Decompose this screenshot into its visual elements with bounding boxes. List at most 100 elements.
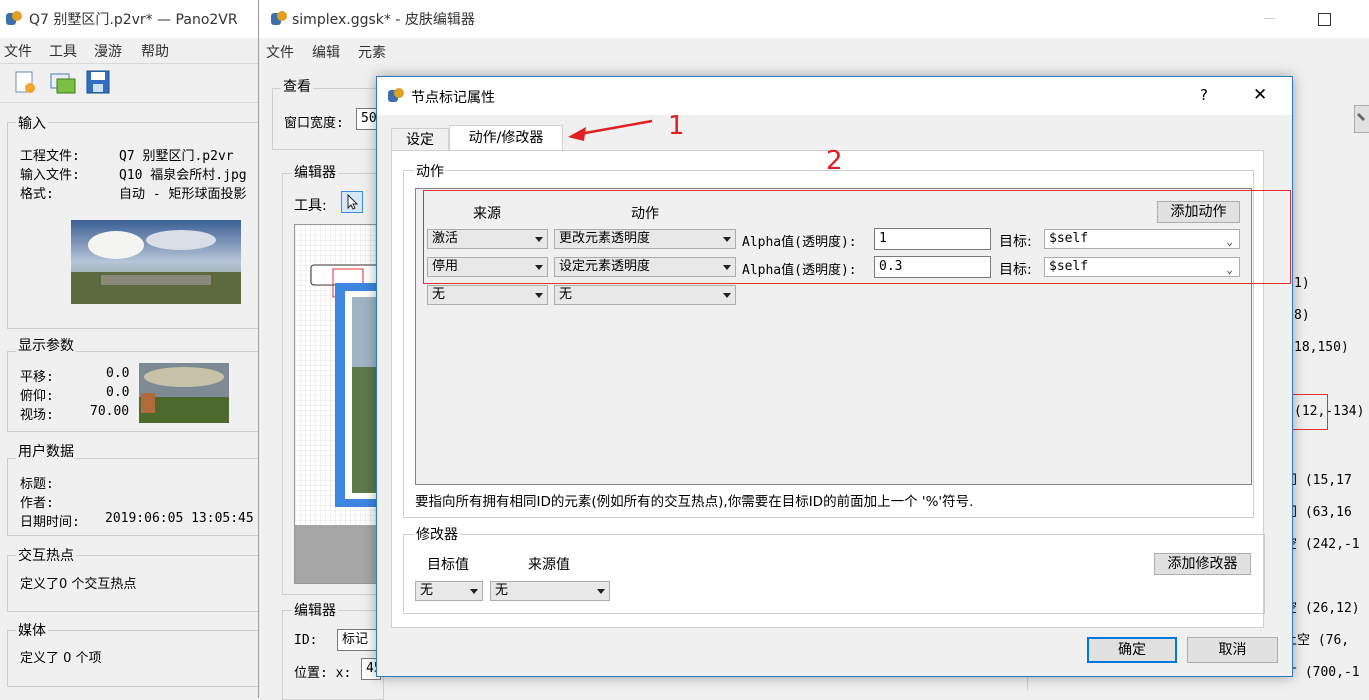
chevron-down-icon <box>723 293 731 298</box>
menu-element[interactable]: 元素 <box>358 42 386 62</box>
hotspot-count-text: 定义了0 个交互热点 <box>20 577 137 592</box>
tools-label: 工具: <box>294 198 327 214</box>
hotspot-group-title: 交互热点 <box>16 545 76 565</box>
modifier-source-value: 无 <box>495 583 509 598</box>
ok-button[interactable]: 确定 <box>1087 637 1177 663</box>
dialog-app-icon <box>388 88 404 104</box>
editor-group-title: 编辑器 <box>292 162 338 182</box>
id-label: ID: <box>294 633 318 648</box>
wrench-icon[interactable] <box>1354 105 1369 133</box>
chevron-down-icon <box>535 293 543 298</box>
annotation-arrow-icon <box>568 119 653 141</box>
left-window-title: Q7 别墅区门.p2vr* — Pano2VR <box>29 12 238 28</box>
chevron-down-icon <box>470 589 478 594</box>
tree-item-highlight <box>1291 394 1328 430</box>
format-label: 格式: <box>20 187 54 202</box>
modifiers-group <box>403 534 1265 614</box>
dialog-title: 节点标记属性 <box>411 90 495 106</box>
position-label: 位置: x: <box>294 666 352 681</box>
tilt-value: 0.0 <box>106 385 130 400</box>
tree-item[interactable]: 空 (26,12) <box>1284 597 1360 616</box>
panorama-thumbnail <box>71 220 241 304</box>
view-group-title: 查看 <box>281 76 313 96</box>
pan-value: 0.0 <box>106 366 130 381</box>
modifier-source-select[interactable]: 无 <box>490 581 610 601</box>
tilt-label: 俯仰: <box>20 389 54 404</box>
action-select-value: 无 <box>559 287 573 302</box>
menu-tour[interactable]: 漫游 <box>94 41 122 61</box>
left-titlebar: Q7 别墅区门.p2vr* — Pano2VR <box>0 0 258 38</box>
action-select[interactable]: 无 <box>554 285 736 305</box>
source-select[interactable]: 无 <box>427 285 548 305</box>
menu-file[interactable]: 文件 <box>266 42 294 62</box>
chevron-down-icon <box>597 589 605 594</box>
pano2vr-window: Q7 别墅区门.p2vr* — Pano2VR 文件 工具 漫游 帮助 输入 工… <box>0 0 261 698</box>
display-group-title: 显示参数 <box>16 335 76 355</box>
tree-item[interactable]: 门 (15,17 <box>1284 469 1352 488</box>
source-select-value: 无 <box>432 287 446 302</box>
target-value-header: 目标值 <box>427 557 469 573</box>
user-data-group-title: 用户数据 <box>16 441 76 461</box>
skin-canvas[interactable] <box>294 224 384 584</box>
modifier-target-select[interactable]: 无 <box>415 581 483 601</box>
save-icon[interactable] <box>86 69 112 95</box>
fov-label: 视场: <box>20 408 54 423</box>
format-value: 自动 - 矩形球面投影 <box>119 187 247 202</box>
tree-item[interactable]: 18,150) <box>1294 340 1349 355</box>
left-toolbar <box>0 63 258 103</box>
menu-file[interactable]: 文件 <box>4 41 32 61</box>
input-group-title: 输入 <box>16 113 48 133</box>
media-group-title: 媒体 <box>16 620 48 640</box>
skin-editor-titlebar: simplex.ggsk* - 皮肤编辑器 <box>259 0 1369 38</box>
dialog-titlebar: 节点标记属性 ? ✕ <box>377 77 1292 115</box>
menu-help[interactable]: 帮助 <box>141 41 169 61</box>
project-file-label: 工程文件: <box>20 149 80 164</box>
cancel-button[interactable]: 取消 <box>1187 637 1278 663</box>
view-thumbnail <box>139 363 229 423</box>
target-id-hint: 要指向所有拥有相同ID的元素(例如所有的交互热点),你需要在目标ID的前面加上一… <box>415 494 974 510</box>
modifiers-group-title: 修改器 <box>414 524 460 544</box>
maximize-icon[interactable] <box>1318 13 1331 26</box>
editor2-group <box>282 610 384 700</box>
new-project-icon[interactable] <box>12 69 38 95</box>
left-menubar: 文件 工具 漫游 帮助 <box>0 41 258 61</box>
datetime-label: 日期时间: <box>20 515 80 530</box>
window-width-label: 窗口宽度: <box>284 116 344 131</box>
id-input[interactable]: 标记 <box>337 629 377 651</box>
source-value-header: 来源值 <box>528 557 570 573</box>
annotation-highlight-box <box>423 190 1291 284</box>
help-icon[interactable]: ? <box>1200 86 1208 104</box>
tree-item[interactable]: 1) <box>1294 276 1310 291</box>
datetime-value: 2019:06:05 13:05:45 <box>105 511 254 526</box>
tree-item[interactable]: 门 (63,16 <box>1284 501 1352 520</box>
editor2-group-title: 编辑器 <box>292 600 338 620</box>
title-label: 标题: <box>20 477 54 492</box>
skin-editor-title: simplex.ggsk* - 皮肤编辑器 <box>292 12 475 28</box>
fov-value: 70.00 <box>90 404 130 419</box>
add-modifier-button[interactable]: 添加修改器 <box>1154 553 1251 575</box>
input-file-label: 输入文件: <box>20 168 80 183</box>
tab-actions-modifiers[interactable]: 动作/修改器 <box>449 125 563 151</box>
menu-tools[interactable]: 工具 <box>49 41 77 61</box>
annotation-number-1: 1 <box>668 111 685 141</box>
tree-item[interactable]: 才 (700,-1 <box>1284 661 1360 680</box>
skin-editor-menubar: 文件 编辑 元素 <box>259 42 559 62</box>
tab-settings[interactable]: 设定 <box>391 128 449 150</box>
close-icon[interactable]: ✕ <box>1253 85 1267 105</box>
skin-editor-app-icon <box>271 11 287 27</box>
annotation-number-2: 2 <box>826 146 843 176</box>
media-count-text: 定义了 0 个项 <box>20 651 102 666</box>
input-file-value: Q10 福泉会所村.jpg <box>119 168 247 183</box>
menu-edit[interactable]: 编辑 <box>312 42 340 62</box>
modifier-target-value: 无 <box>420 583 434 598</box>
tree-item[interactable]: 空 (242,-1 <box>1284 533 1360 552</box>
project-file-value: Q7 别墅区门.p2vr <box>119 149 234 164</box>
pan-label: 平移: <box>20 370 54 385</box>
open-project-icon[interactable] <box>48 69 76 95</box>
tree-item[interactable]: 8) <box>1294 308 1310 323</box>
pano2vr-app-icon <box>6 11 22 27</box>
minimize-icon[interactable] <box>1264 18 1275 19</box>
author-label: 作者: <box>20 496 54 511</box>
tree-item[interactable]: 上空 (76, <box>1284 629 1349 648</box>
select-tool-icon[interactable] <box>341 191 363 213</box>
